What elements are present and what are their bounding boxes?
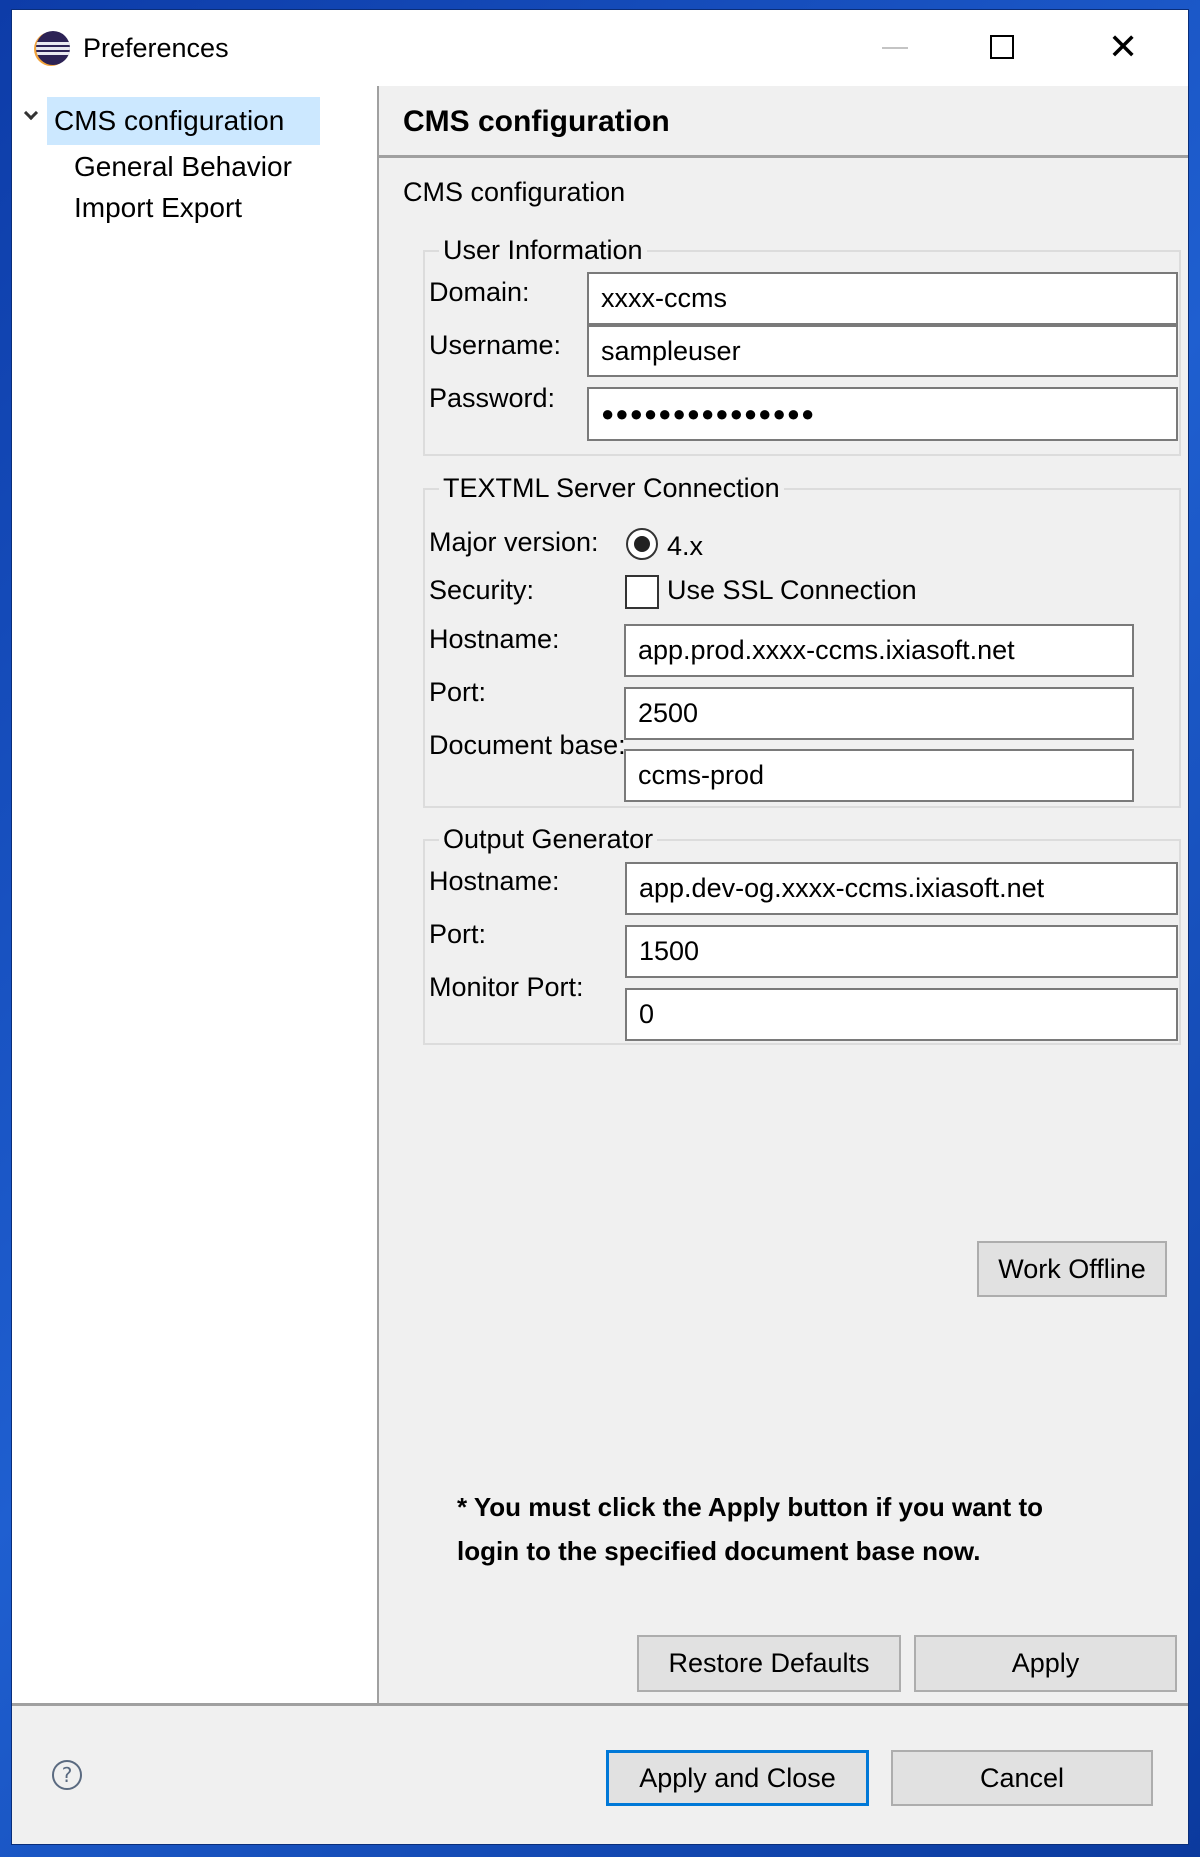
group-title: TEXTML Server Connection (439, 470, 784, 506)
title-bar[interactable]: Preferences ✕ (12, 10, 1188, 86)
help-icon[interactable]: ? (52, 1760, 82, 1790)
username-label: Username: (429, 330, 562, 360)
maximize-icon (990, 35, 1014, 59)
document-base-input[interactable]: ccms-prod (624, 749, 1134, 802)
og-hostname-label: Hostname: (429, 866, 560, 896)
preference-page: CMS configuration CMS configuration User… (379, 86, 1188, 1703)
eclipse-app-icon (36, 31, 70, 65)
security-label: Security: (429, 575, 535, 605)
tree-item-label: CMS configuration (54, 105, 285, 136)
maximize-button[interactable] (950, 10, 1050, 86)
textml-server-connection-group: TEXTML Server Connection Major version: … (423, 470, 1181, 808)
domain-label: Domain: (429, 277, 530, 307)
tree-item-label: Import Export (74, 192, 243, 223)
group-title: User Information (439, 232, 647, 268)
textml-hostname-label: Hostname: (429, 624, 560, 654)
chevron-down-icon[interactable] (23, 105, 39, 121)
page-header: CMS configuration (379, 86, 1188, 158)
og-port-label: Port: (429, 919, 487, 949)
version-4x-radio[interactable] (626, 528, 658, 560)
og-port-input[interactable]: 1500 (625, 925, 1178, 978)
version-4x-label[interactable]: 4.x (667, 528, 703, 564)
tree-item-cms-configuration[interactable]: CMS configuration (47, 97, 320, 145)
use-ssl-label[interactable]: Use SSL Connection (667, 572, 917, 608)
username-input[interactable]: sampleuser (587, 325, 1178, 377)
document-base-label: Document base: (429, 730, 626, 760)
preferences-dialog: Preferences ✕ CMS configuration General … (12, 10, 1188, 1844)
password-label: Password: (429, 383, 556, 413)
textml-port-input[interactable]: 2500 (624, 687, 1134, 740)
user-information-group: User Information Domain: xxxx-ccms Usern… (423, 232, 1181, 456)
group-title: Output Generator (439, 821, 658, 857)
minimize-icon (882, 47, 908, 49)
tree-item-import-export[interactable]: Import Export (74, 184, 242, 232)
password-input[interactable]: ●●●●●●●●●●●●●●● (587, 387, 1178, 441)
tree-item-label: General Behavior (74, 151, 292, 182)
minimize-button[interactable] (844, 10, 944, 86)
restore-defaults-button[interactable]: Restore Defaults (637, 1635, 901, 1692)
dialog-footer: ? Apply and Close Cancel (12, 1703, 1188, 1844)
monitor-port-input[interactable]: 0 (625, 988, 1178, 1041)
cancel-button[interactable]: Cancel (891, 1750, 1153, 1806)
window-title: Preferences (83, 33, 229, 63)
page-title: CMS configuration (403, 105, 670, 138)
apply-note-line-1: * You must click the Apply button if you… (457, 1492, 1043, 1522)
preferences-tree: CMS configuration General Behavior Impor… (12, 86, 379, 1703)
apply-button[interactable]: Apply (914, 1635, 1177, 1692)
apply-and-close-button[interactable]: Apply and Close (606, 1750, 869, 1806)
work-offline-button[interactable]: Work Offline (977, 1241, 1167, 1297)
og-hostname-input[interactable]: app.dev-og.xxxx-ccms.ixiasoft.net (625, 862, 1178, 915)
page-description: CMS configuration (403, 177, 626, 207)
use-ssl-checkbox[interactable] (625, 575, 659, 609)
monitor-port-label: Monitor Port: (429, 972, 584, 1002)
major-version-label: Major version: (429, 527, 599, 557)
output-generator-group: Output Generator Hostname: app.dev-og.xx… (423, 821, 1181, 1045)
domain-input[interactable]: xxxx-ccms (587, 272, 1178, 325)
close-icon: ✕ (1108, 27, 1139, 68)
close-button[interactable]: ✕ (1070, 10, 1170, 86)
apply-note-line-2: login to the specified document base now… (457, 1536, 981, 1566)
radio-selected-dot (634, 536, 650, 552)
textml-hostname-input[interactable]: app.prod.xxxx-ccms.ixiasoft.net (624, 624, 1134, 677)
textml-port-label: Port: (429, 677, 487, 707)
